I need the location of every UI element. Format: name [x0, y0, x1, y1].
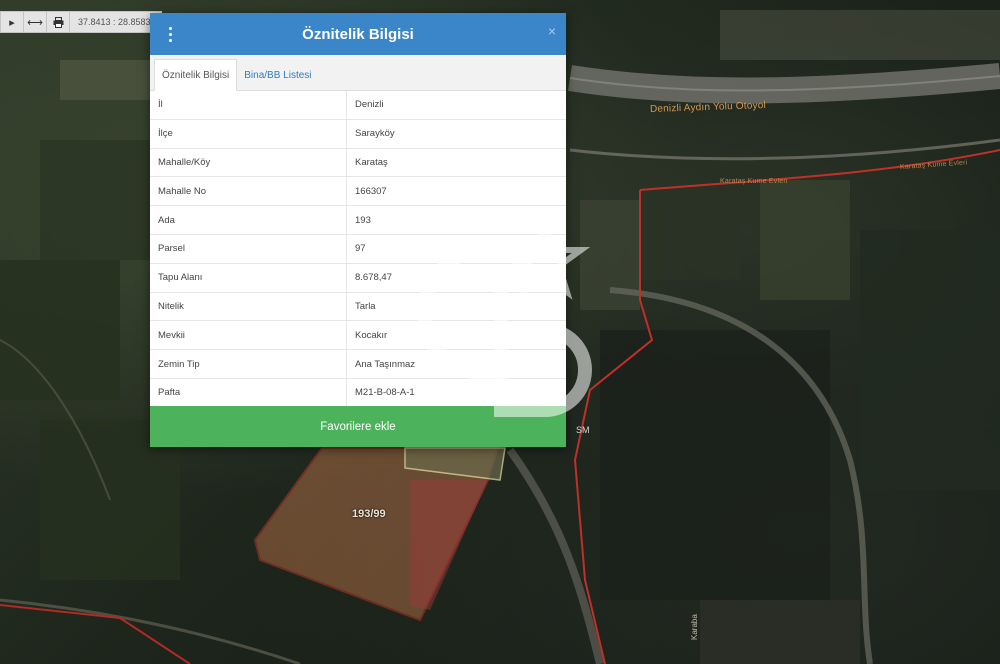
attribute-info-dialog: Öznitelik Bilgisi × Öznitelik Bilgisi Bi… [150, 13, 566, 447]
table-row: Ada 193 [150, 205, 566, 235]
attribute-key: Parsel [150, 234, 347, 264]
map-street-label: Karaba [690, 614, 699, 640]
attribute-table: İl Denizli İlçe Sarayköy Mahalle/Köy Karataş M… [150, 91, 566, 408]
parcel-label[interactable]: 193/99 [352, 508, 386, 520]
attribute-key: Ada [150, 205, 347, 235]
attribute-key: Pafta [150, 378, 347, 408]
attribute-value: Karataş [346, 148, 566, 178]
attribute-value: 97 [346, 234, 566, 264]
attribute-key: İl [150, 91, 347, 120]
attribute-value: Sarayköy [346, 119, 566, 149]
print-icon [53, 16, 63, 28]
attribute-value: 8.678,47 [346, 263, 566, 293]
table-row: İlçe Sarayköy [150, 119, 566, 149]
attribute-key: İlçe [150, 119, 347, 149]
attribute-key: Mahalle/Köy [150, 148, 347, 178]
dot-icon [168, 32, 172, 36]
dialog-header: Öznitelik Bilgisi × [150, 13, 566, 55]
attribute-value: 193 [346, 205, 566, 235]
coordinate-readout: 37.8413 : 28.8583 [78, 17, 151, 27]
attribute-value: Ana Taşınmaz [346, 349, 566, 379]
add-favorite-button[interactable]: Favorilere ekle [150, 406, 566, 447]
table-row: Mevkii Kocakır [150, 320, 566, 351]
road-label-small: Karataş Kume Evleri [720, 178, 788, 185]
table-row: Parsel 97 [150, 234, 566, 264]
tab-attribute-info[interactable]: Öznitelik Bilgisi [154, 59, 238, 91]
dialog-title: Öznitelik Bilgisi [302, 25, 414, 43]
attribute-key: Tapu Alanı [150, 263, 347, 293]
table-row: Pafta M21-B-08-A-1 [150, 378, 566, 408]
dialog-menu-button[interactable] [162, 24, 178, 44]
toolbar-back-button[interactable]: ▸ [1, 12, 23, 32]
measure-button[interactable]: ⟷ [24, 12, 46, 32]
dot-icon [168, 38, 172, 42]
attribute-value: M21-B-08-A-1 [346, 378, 566, 408]
attribute-value: Denizli [346, 91, 566, 120]
tab-building-list[interactable]: Bina/BB Listesi [237, 60, 318, 90]
table-row: Tapu Alanı 8.678,47 [150, 263, 566, 293]
dot-icon [168, 26, 172, 30]
table-row: İl Denizli [150, 91, 566, 120]
print-button[interactable] [47, 12, 69, 32]
table-row: Mahalle/Köy Karataş [150, 148, 566, 178]
attribute-key: Mevkii [150, 320, 347, 351]
attribute-value: 166307 [346, 176, 566, 207]
close-button[interactable]: × [548, 23, 556, 39]
map-toolbar: ▸ ⟷ 37.8413 : 28.8583 [0, 11, 162, 33]
sm-label: SM [576, 425, 590, 435]
dialog-tabs: Öznitelik Bilgisi Bina/BB Listesi [150, 55, 566, 91]
table-row: Mahalle No 166307 [150, 176, 566, 207]
arrows-horizontal-icon: ⟷ [27, 16, 43, 29]
attribute-key: Zemin Tip [150, 349, 347, 379]
attribute-value: Tarla [346, 292, 566, 322]
table-row: Nitelik Tarla [150, 292, 566, 322]
table-row: Zemin Tip Ana Taşınmaz [150, 349, 566, 379]
attribute-key: Nitelik [150, 292, 347, 322]
attribute-key: Mahalle No [150, 176, 347, 207]
attribute-value: Kocakır [346, 320, 566, 351]
caret-left-icon: ▸ [9, 16, 15, 29]
